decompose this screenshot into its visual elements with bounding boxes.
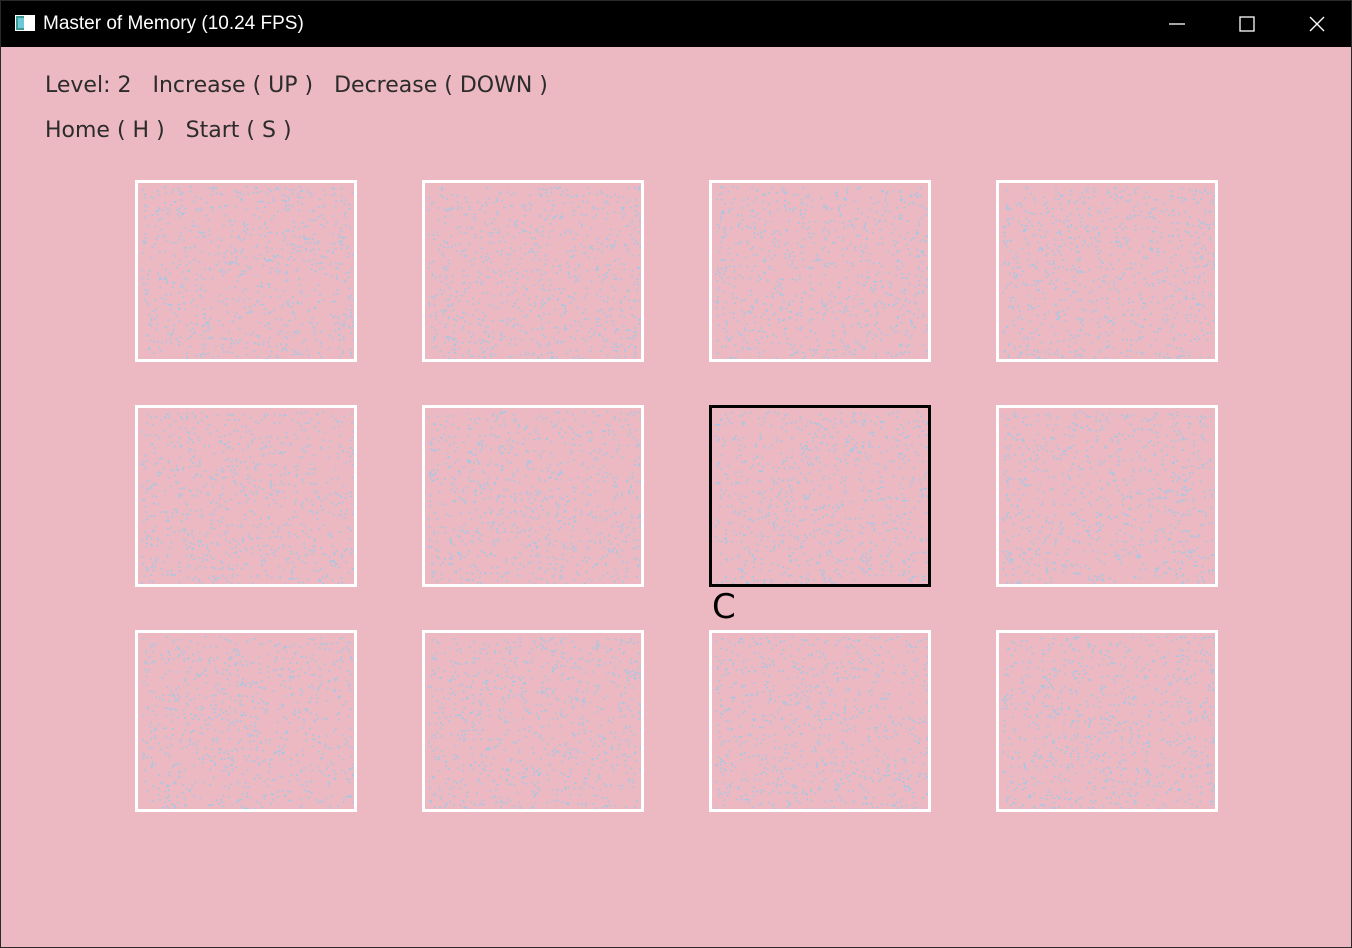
title-bar: Master of Memory (10.24 FPS) (1, 1, 1351, 47)
memory-tile[interactable] (135, 405, 357, 587)
maximize-icon (1239, 16, 1255, 32)
close-button[interactable] (1282, 1, 1351, 47)
minimize-icon (1169, 23, 1185, 25)
game-window: Master of Memory (10.24 FPS) Level: 2 In… (0, 0, 1352, 948)
memory-tile[interactable] (422, 405, 644, 587)
noise-pattern (1002, 411, 1215, 584)
memory-tile[interactable] (135, 630, 357, 812)
memory-tile[interactable] (996, 630, 1218, 812)
start-hint[interactable]: Start ( S ) (186, 118, 292, 143)
noise-pattern (715, 186, 928, 359)
memory-tile[interactable] (996, 180, 1218, 362)
hud-row-1: Level: 2 Increase ( UP ) Decrease ( DOWN… (45, 73, 562, 98)
noise-pattern (142, 636, 354, 809)
app-icon (15, 15, 35, 31)
close-icon (1309, 16, 1325, 32)
home-hint[interactable]: Home ( H ) (45, 118, 165, 143)
memory-tile[interactable] (422, 630, 644, 812)
memory-tile[interactable] (996, 405, 1218, 587)
selected-tile-label: C (712, 587, 736, 627)
memory-tile[interactable] (709, 180, 931, 362)
memory-tile[interactable] (422, 180, 644, 362)
noise-pattern (428, 186, 641, 359)
memory-tile[interactable] (709, 405, 931, 587)
noise-pattern (141, 411, 354, 584)
minimize-button[interactable] (1142, 1, 1212, 47)
decrease-hint[interactable]: Decrease ( DOWN ) (334, 73, 548, 98)
maximize-button[interactable] (1212, 1, 1282, 47)
noise-pattern (715, 411, 928, 584)
memory-tile[interactable] (709, 630, 931, 812)
memory-tile[interactable] (135, 180, 357, 362)
noise-pattern (1002, 636, 1215, 809)
increase-hint[interactable]: Increase ( UP ) (152, 73, 313, 98)
noise-pattern (1002, 186, 1215, 359)
noise-pattern (428, 411, 641, 584)
window-title: Master of Memory (10.24 FPS) (43, 13, 304, 34)
noise-pattern (715, 636, 928, 809)
noise-pattern (141, 186, 354, 359)
level-indicator: Level: 2 (45, 73, 132, 98)
hud-row-2: Home ( H ) Start ( S ) (45, 118, 306, 143)
noise-pattern (428, 637, 641, 809)
